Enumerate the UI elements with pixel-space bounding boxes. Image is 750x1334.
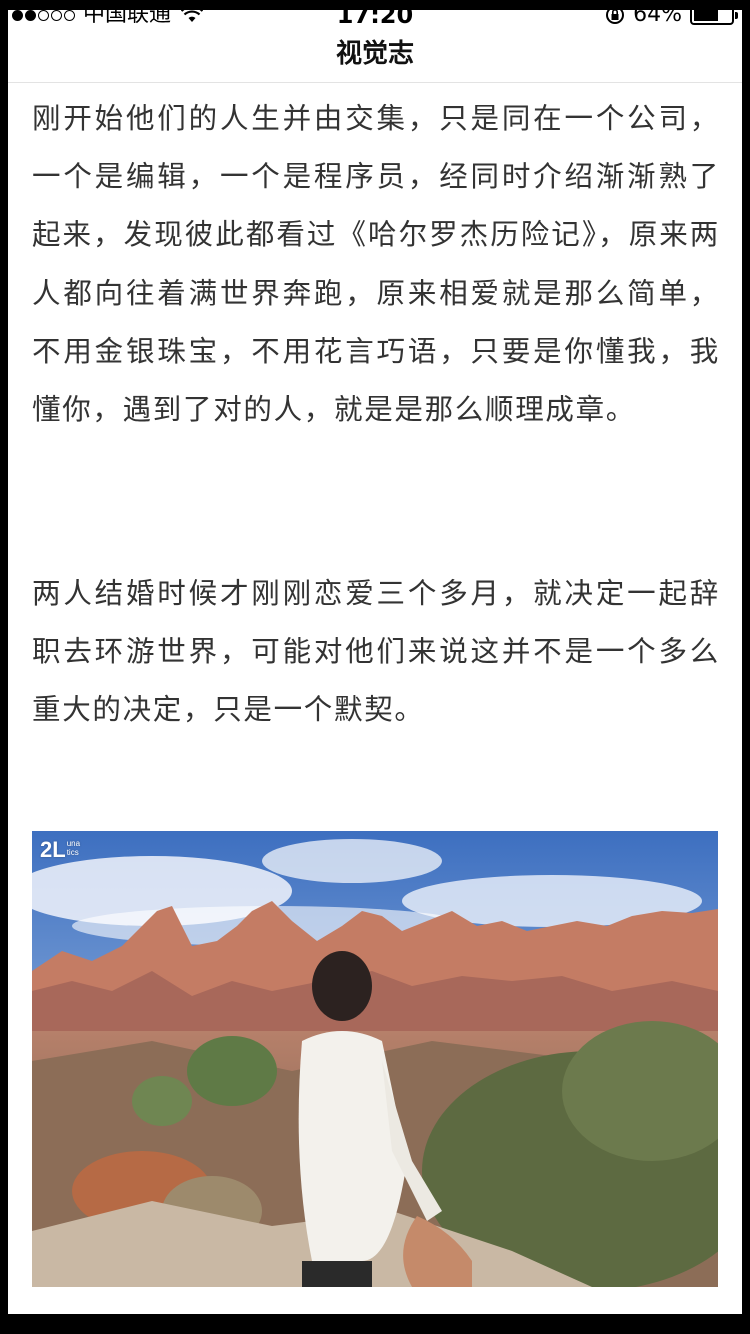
battery-percentage: 64% <box>633 10 682 27</box>
article-photo[interactable]: 2L una tics <box>32 831 718 1287</box>
status-right: 64% <box>605 10 738 27</box>
status-bar: 中国联通 17:20 64% <box>8 10 742 32</box>
phone-screen: 中国联通 17:20 64% 视觉志 刚开始他们的人生并由交集，只是同在一个公司… <box>0 0 750 1334</box>
article-paragraph: 刚开始他们的人生并由交集，只是同在一个公司，一个是编辑，一个是程序员，经同时介绍… <box>32 102 720 427</box>
page-title: 视觉志 <box>335 39 414 69</box>
rotation-lock-icon <box>606 10 625 24</box>
photo-watermark-logo: 2L una tics <box>40 837 81 862</box>
article-paragraph: 两人结婚时候才刚刚恋爱三个多月，就决定一起辞职去环游世界，可能对他们来说这并不是… <box>32 577 720 727</box>
nav-bar: 视觉志 <box>8 32 742 83</box>
photo-landscape-image <box>32 831 718 1287</box>
battery-icon <box>690 10 738 25</box>
